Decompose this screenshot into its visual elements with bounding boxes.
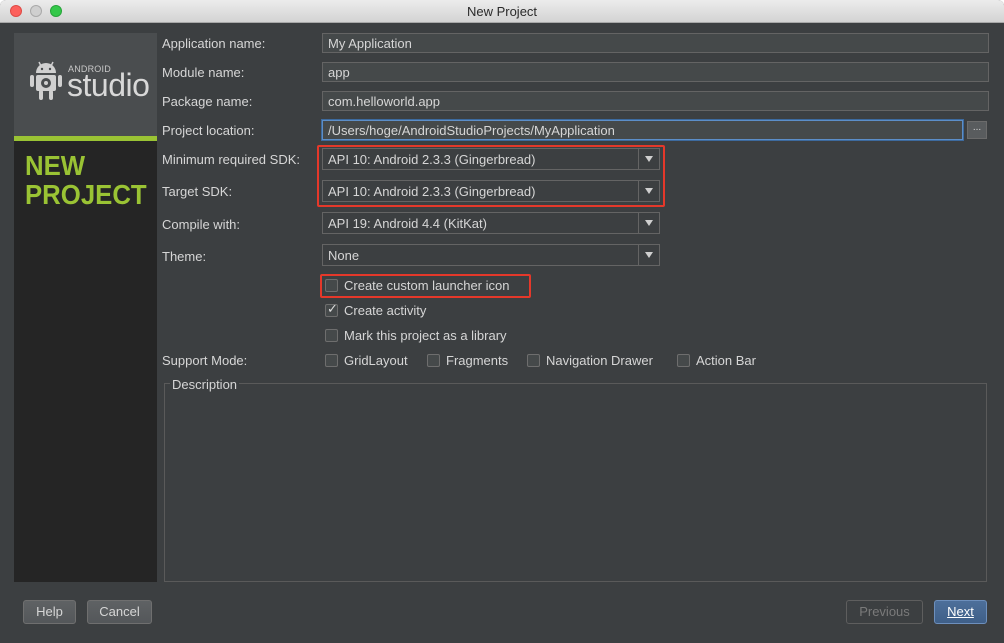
browse-location-button[interactable]: ... (967, 121, 987, 139)
custom-launcher-icon-label: Create custom launcher icon (344, 278, 510, 293)
description-legend: Description (170, 377, 240, 392)
title-bar[interactable]: New Project (0, 0, 1004, 23)
create-activity-checkbox[interactable]: ✓ (325, 301, 338, 317)
checkmark-icon: ✓ (327, 301, 338, 316)
theme-label: Theme: (162, 249, 207, 264)
min-sdk-label: Minimum required SDK: (162, 152, 300, 167)
next-button[interactable]: Next (934, 600, 987, 624)
previous-button[interactable]: Previous (846, 600, 923, 624)
dropdown-arrow-icon (645, 252, 653, 258)
project-location-label: Project location: (162, 123, 255, 138)
fragments-checkbox[interactable] (427, 354, 440, 367)
fragments-label: Fragments (446, 353, 509, 368)
target-sdk-label: Target SDK: (162, 184, 233, 199)
dropdown-arrow-icon (645, 220, 653, 226)
action-bar-label: Action Bar (696, 353, 756, 368)
cancel-button[interactable]: Cancel (87, 600, 152, 624)
description-panel: Description (164, 377, 987, 582)
next-button-label: Next (947, 604, 974, 619)
mark-library-checkbox[interactable] (325, 329, 338, 342)
create-activity-label: Create activity (344, 303, 427, 318)
gridlayout-label: GridLayout (344, 353, 408, 368)
module-name-input[interactable]: app (322, 62, 989, 82)
theme-value: None (328, 248, 360, 263)
project-location-input[interactable]: /Users/hoge/AndroidStudioProjects/MyAppl… (322, 120, 963, 140)
app-name-input[interactable]: My Application (322, 33, 989, 53)
dropdown-separator (638, 245, 639, 265)
navigation-drawer-checkbox[interactable] (527, 354, 540, 367)
android-robot-icon (30, 61, 62, 100)
sdk-highlight-box (317, 145, 665, 207)
help-button[interactable]: Help (23, 600, 76, 624)
new-project-window: New Project ANDROID studio NEW PROJECT A… (0, 0, 1004, 643)
brand-large-text: studio (67, 67, 150, 103)
compile-with-value: API 19: Android 4.4 (KitKat) (328, 216, 487, 231)
dropdown-separator (638, 213, 639, 233)
theme-dropdown[interactable]: None (322, 244, 660, 266)
compile-with-dropdown[interactable]: API 19: Android 4.4 (KitKat) (322, 212, 660, 234)
sidebar-title-line1: NEW (25, 150, 86, 181)
mark-library-label: Mark this project as a library (344, 328, 507, 343)
accent-bar (14, 136, 157, 141)
gridlayout-checkbox[interactable] (325, 354, 338, 367)
window-title: New Project (466, 4, 538, 19)
sidebar-banner: ANDROID studio NEW PROJECT (14, 33, 157, 582)
navigation-drawer-label: Navigation Drawer (546, 353, 653, 368)
support-mode-label: Support Mode: (162, 353, 248, 368)
module-name-label: Module name: (162, 65, 245, 80)
package-name-label: Package name: (162, 94, 253, 109)
android-studio-logo: ANDROID studio (14, 33, 157, 136)
package-name-input[interactable]: com.helloworld.app (322, 91, 989, 111)
custom-launcher-icon-checkbox[interactable] (325, 279, 338, 292)
compile-with-label: Compile with: (162, 217, 241, 232)
sidebar-title-line2: PROJECT (25, 179, 147, 210)
action-bar-checkbox[interactable] (677, 354, 690, 367)
app-name-label: Application name: (162, 36, 266, 51)
sidebar-title: NEW PROJECT (25, 151, 147, 209)
